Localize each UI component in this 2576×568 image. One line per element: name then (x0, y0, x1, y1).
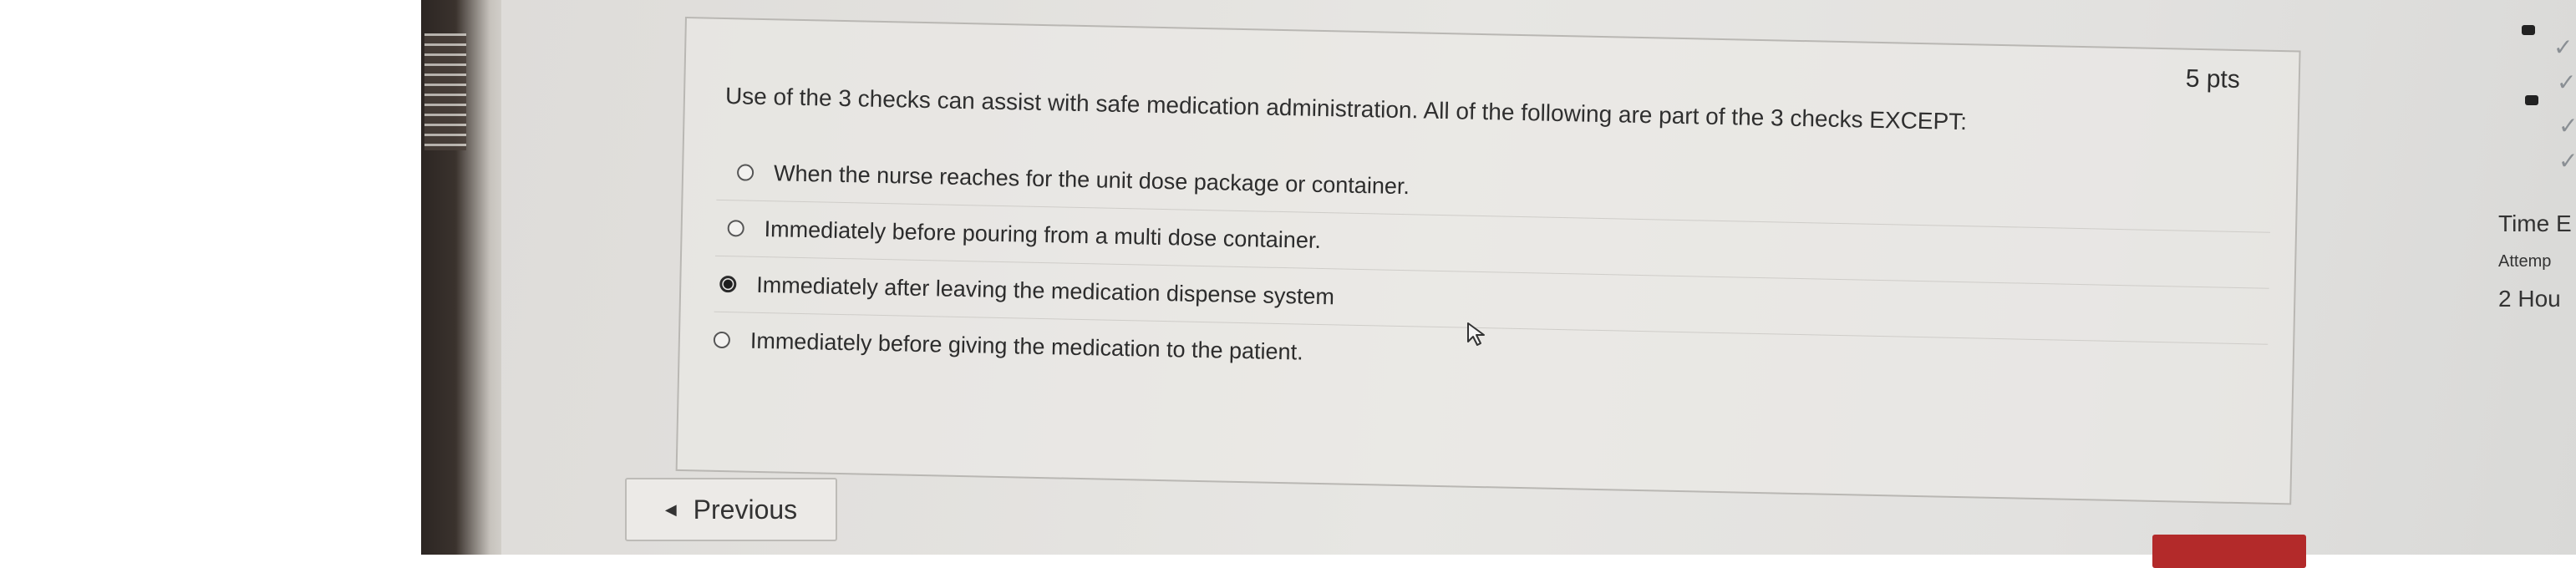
answer-label: Immediately after leaving the medication… (755, 271, 1335, 309)
triangle-left-icon: ◀ (664, 500, 677, 518)
checkmark-icon: ✓ (2558, 113, 2576, 139)
time-elapsed-label: Time E (2498, 210, 2572, 236)
mouse-pointer-icon (1467, 322, 1485, 346)
radio-button[interactable] (713, 331, 731, 349)
bezel-reflection (424, 33, 466, 150)
previous-button[interactable]: ◀ Previous (625, 478, 837, 541)
answer-label: Immediately before pouring from a multi … (764, 216, 1322, 253)
next-button[interactable] (2152, 535, 2306, 568)
radio-button[interactable] (736, 164, 755, 181)
answer-label: When the nurse reaches for the unit dose… (773, 160, 1410, 199)
radio-button[interactable] (727, 220, 744, 237)
question-text: Use of the 3 checks can assist with safe… (724, 83, 1968, 135)
hours-label: 2 Hou (2498, 286, 2561, 312)
answer-list: When the nurse reaches for the unit dose… (713, 145, 2271, 400)
question-status-dot (2525, 95, 2538, 105)
attempt-label: Attemp (2498, 252, 2552, 271)
checkmark-icon: ✓ (2553, 34, 2573, 60)
previous-label: Previous (693, 494, 798, 525)
checkmark-icon: ✓ (2558, 148, 2576, 174)
question-points: 5 pts (2185, 64, 2241, 94)
question-card: 5 pts Use of the 3 checks can assist wit… (675, 17, 2301, 505)
radio-button-selected[interactable] (719, 275, 737, 293)
question-status-dot (2522, 25, 2535, 35)
checkmark-icon: ✓ (2557, 69, 2576, 95)
answer-label: Immediately before giving the medication… (749, 327, 1303, 365)
